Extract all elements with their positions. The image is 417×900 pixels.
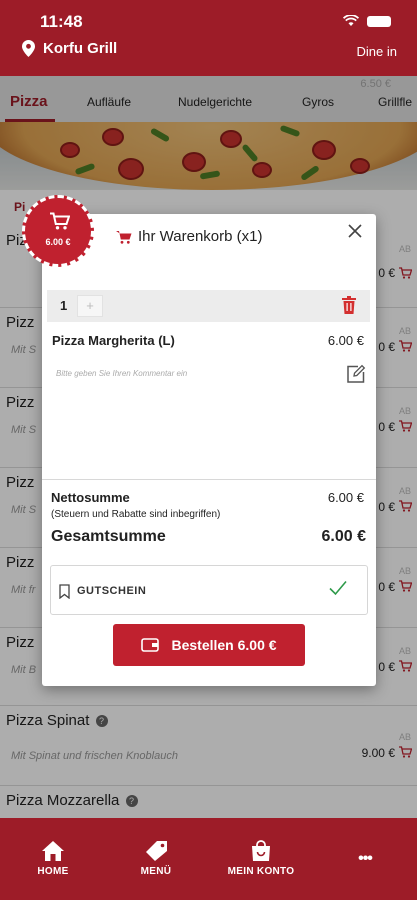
tag-icon [146, 841, 167, 861]
quantity-row: 1 + [47, 290, 370, 322]
cart-modal: Ihr Warenkorb (x1) 1 + Pizza Margherita … [42, 214, 376, 686]
net-total-value: 6.00 € [327, 490, 364, 505]
cart-title-text: Ihr Warenkorb (x1) [138, 228, 263, 245]
order-button[interactable]: Bestellen 6.00 € [113, 624, 305, 666]
cart-icon [116, 230, 132, 244]
voucher-field[interactable]: GUTSCHEIN [50, 565, 368, 615]
net-total-label: Nettosumme [51, 490, 130, 505]
increase-quantity-button[interactable]: + [77, 295, 103, 317]
quantity-value: 1 [60, 298, 68, 313]
shopping-bag-icon [252, 840, 270, 861]
more-icon[interactable]: ••• [350, 850, 380, 868]
restaurant-name: Korfu Grill [43, 40, 118, 57]
edit-icon[interactable] [346, 364, 366, 384]
status-time: 11:48 [40, 12, 83, 31]
wallet-icon [141, 638, 160, 652]
wifi-icon [343, 15, 359, 26]
order-button-label: Bestellen 6.00 € [171, 637, 277, 653]
nav-account-label: MEIN KONTO [227, 866, 295, 877]
home-icon [42, 841, 64, 861]
cart-item-price: 6.00 € [327, 333, 364, 348]
dine-in-toggle[interactable]: Dine in [357, 44, 397, 59]
location-pin-icon [22, 40, 35, 57]
cart-title: Ihr Warenkorb (x1) [116, 228, 262, 245]
nav-home[interactable]: HOME [34, 840, 72, 877]
tax-note: (Steuern und Rabatte sind inbegriffen) [51, 509, 221, 520]
location[interactable]: Korfu Grill [22, 40, 117, 57]
bottom-navigation: HOME MENÜ MEIN KONTO ••• [0, 818, 417, 900]
status-icons [343, 15, 391, 27]
cart-item-name: Pizza Margherita (L) [52, 333, 175, 348]
close-icon[interactable] [348, 224, 362, 238]
app-header: 11:48 Korfu Grill Dine in [0, 0, 417, 76]
nav-account[interactable]: MEIN KONTO [223, 840, 299, 877]
grand-total-value: 6.00 € [321, 528, 366, 545]
cart-icon [50, 212, 70, 230]
voucher-label: GUTSCHEIN [77, 585, 147, 597]
nav-menu[interactable]: MENÜ [136, 840, 176, 877]
cart-total: 6.00 € [45, 237, 71, 247]
trash-icon[interactable] [342, 296, 356, 314]
battery-icon [367, 15, 391, 27]
grand-total-label: Gesamtsumme [51, 528, 166, 545]
divider [42, 479, 376, 480]
bookmark-icon [59, 584, 70, 599]
checkmark-icon[interactable] [329, 580, 347, 596]
floating-cart-button[interactable]: 6.00 € [22, 195, 94, 267]
nav-home-label: HOME [37, 866, 69, 877]
nav-menu-label: MENÜ [140, 866, 172, 877]
comment-input[interactable]: Bitte geben Sie Ihren Kommentar ein [56, 369, 316, 378]
